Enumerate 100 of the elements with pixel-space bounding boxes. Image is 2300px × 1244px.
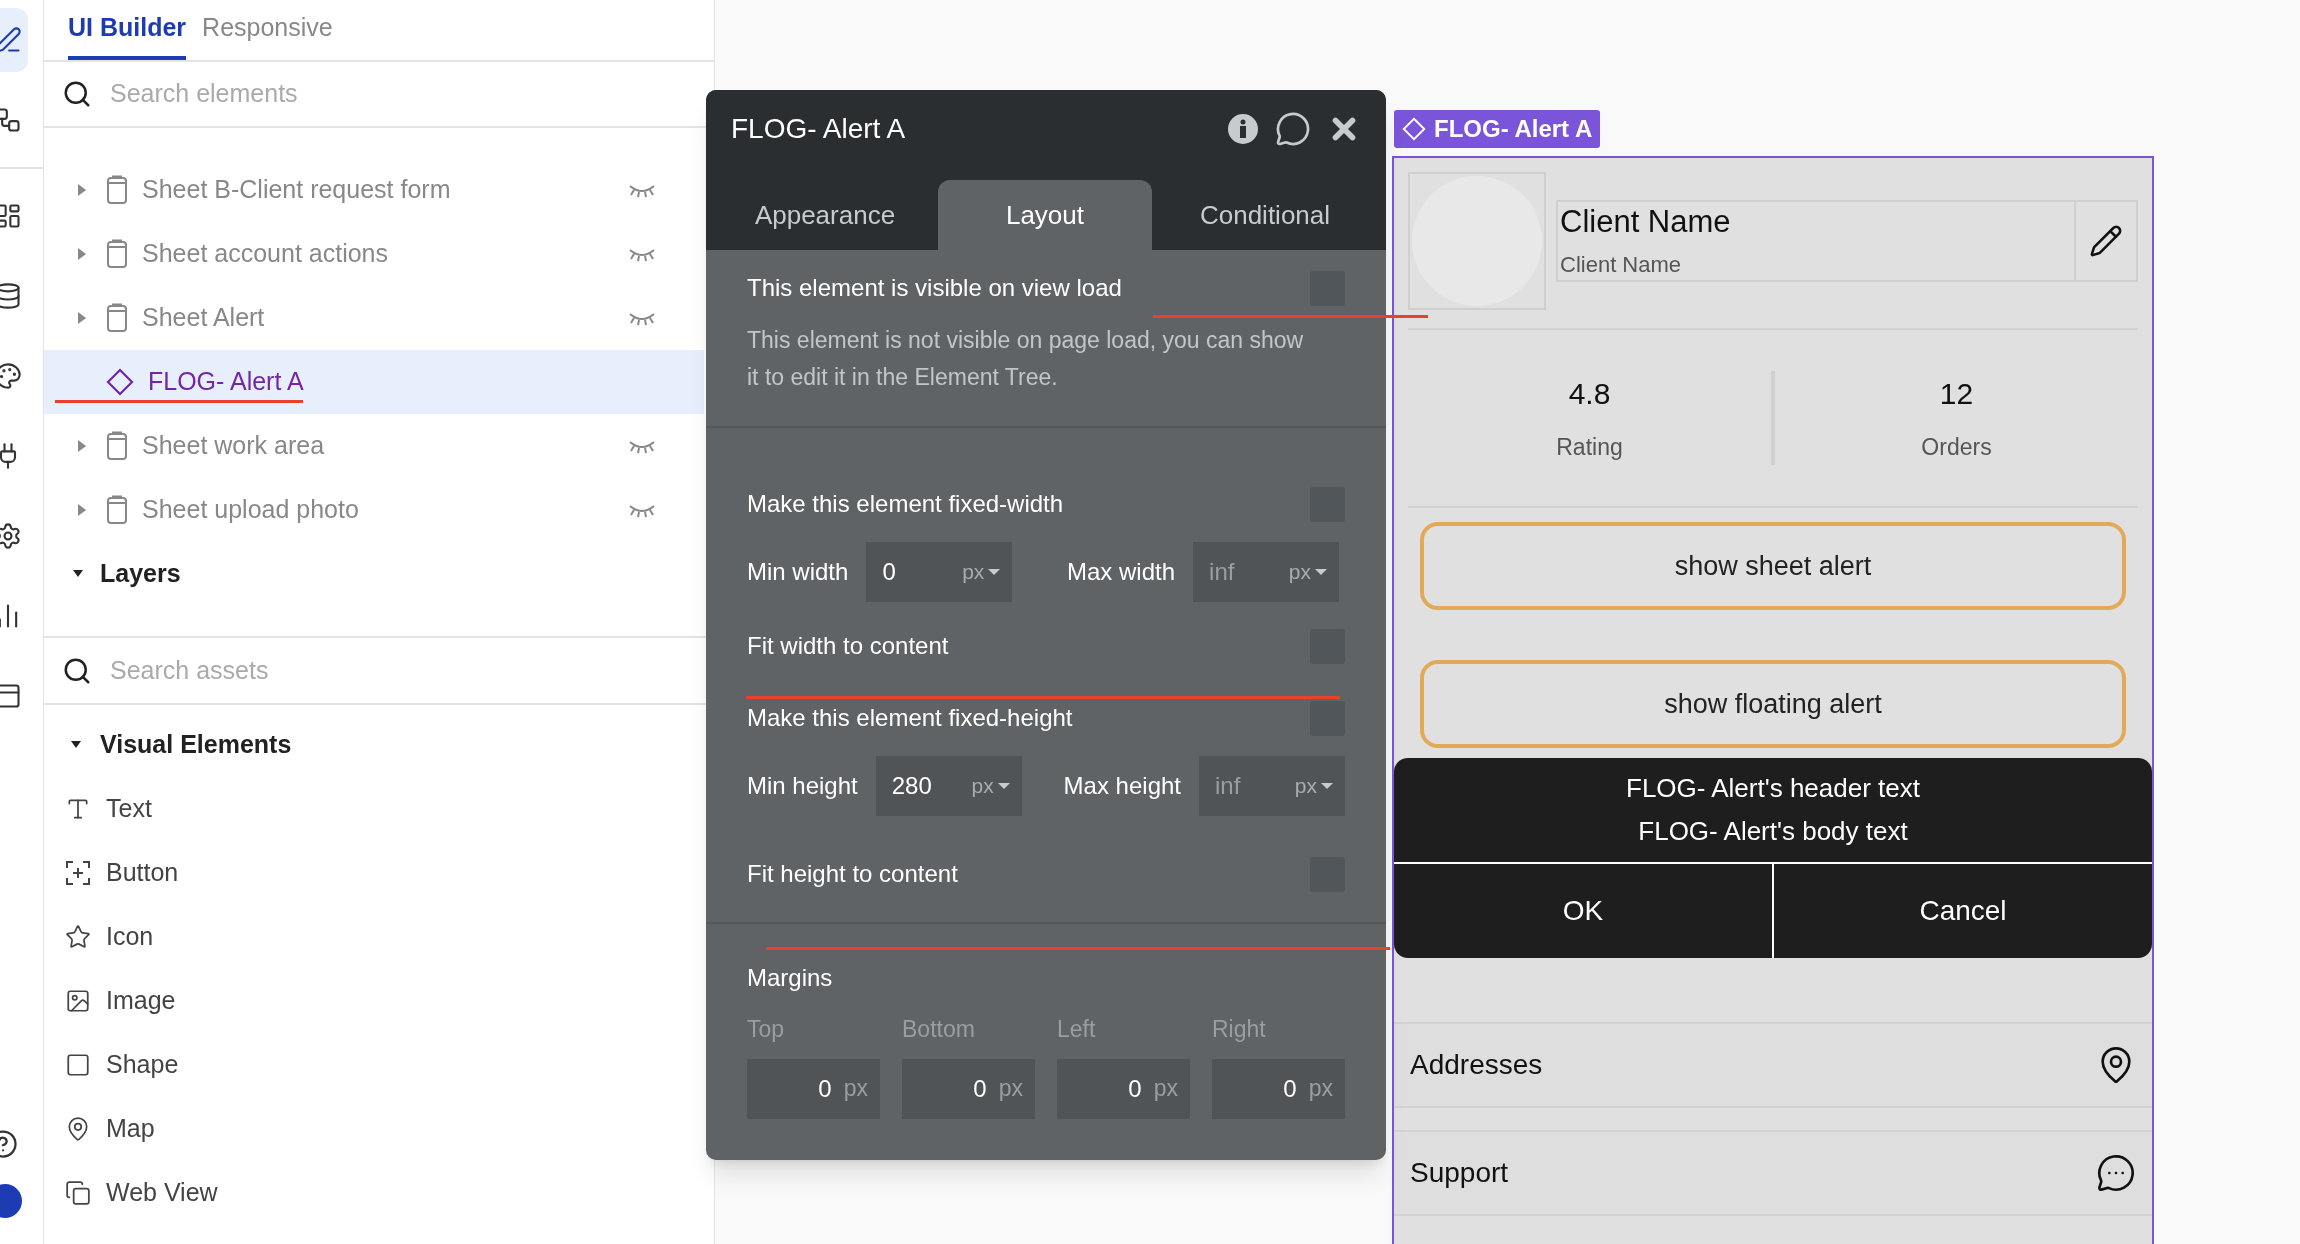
pencil-icon[interactable] (0, 26, 22, 54)
field-label: Max width (1067, 557, 1176, 587)
value-input[interactable]: inf (1209, 554, 1280, 590)
option-label: Make this element fixed-width (747, 489, 1064, 519)
tree-item[interactable]: FLOG- Alert A (44, 350, 704, 414)
window-icon[interactable] (0, 682, 22, 710)
field-label: Max height (1063, 771, 1181, 801)
diamond-icon (106, 368, 134, 396)
checkbox[interactable] (1310, 700, 1345, 736)
asset-item[interactable]: Map (106, 1110, 155, 1148)
palette-icon[interactable] (0, 362, 22, 390)
menu-row[interactable]: Addresses (1394, 1022, 2152, 1108)
action-button[interactable]: show floating alert (1420, 660, 2126, 748)
section-title[interactable]: Visual Elements (100, 726, 292, 764)
field-label: Min width (747, 557, 849, 587)
margin-label: Bottom (902, 1015, 976, 1044)
tree-item-label: Sheet work area (142, 430, 325, 462)
tree-item[interactable]: Sheet B-Client request form (44, 158, 704, 222)
element-badge[interactable]: FLOG- Alert A (1394, 110, 1601, 148)
value-input[interactable]: 0 (1081, 1070, 1142, 1107)
gear-icon[interactable] (0, 522, 22, 550)
chat-bubble-icon (2096, 1153, 2136, 1193)
value-input[interactable]: 0 (1236, 1070, 1297, 1107)
margin-label: Top (747, 1015, 786, 1044)
caret-icon (1315, 568, 1328, 576)
alert-button[interactable]: OK (1394, 864, 1772, 958)
value-input[interactable]: 0 (882, 554, 953, 590)
alert-header: FLOG- Alert's header text (1626, 772, 1920, 805)
sheet-icon (106, 175, 128, 205)
margin-field[interactable]: 0 px (902, 1058, 1035, 1119)
size-field[interactable]: 280 px (875, 756, 1022, 816)
comment-icon[interactable] (1275, 111, 1311, 147)
sheet-icon (106, 495, 128, 525)
alert-button[interactable]: Cancel (1772, 864, 2152, 958)
search-icon (62, 79, 92, 109)
workflow-icon[interactable] (0, 106, 22, 134)
dialog-title: FLOG- Alert A (731, 112, 906, 146)
asset-item[interactable]: Icon (106, 918, 154, 956)
unit-label: px (1308, 1074, 1333, 1104)
section-title: Margins (747, 963, 834, 993)
margin-label: Left (1057, 1015, 1097, 1044)
asset-item[interactable]: Text (106, 790, 152, 828)
square-icon (65, 1052, 91, 1078)
option-label: Make this element fixed-height (747, 703, 1073, 733)
tree-item-label: Sheet upload photo (142, 494, 359, 526)
margin-field[interactable]: 0 px (747, 1058, 880, 1119)
tree-item-label: Sheet B-Client request form (142, 174, 451, 206)
sheet-icon (106, 239, 128, 269)
tree-item[interactable]: Sheet upload photo (44, 478, 704, 542)
asset-item[interactable]: Image (106, 982, 176, 1020)
stat-label: Orders (1921, 433, 1992, 463)
menu-row[interactable]: Support (1394, 1130, 2152, 1216)
hidden-eye-icon[interactable] (628, 502, 656, 518)
margin-field[interactable]: 0 px (1057, 1058, 1190, 1119)
stat-label: Rating (1556, 433, 1623, 463)
value-input[interactable]: 280 (891, 768, 962, 804)
edit-icon[interactable] (2089, 224, 2123, 258)
text-icon (65, 796, 91, 822)
tree-item[interactable]: Sheet work area (44, 414, 704, 478)
option-label: This element is visible on view load (747, 273, 1122, 303)
asset-item[interactable]: Shape (106, 1046, 179, 1084)
tree-item-label: Sheet account actions (142, 238, 388, 270)
visibility-note: This element is not visible on page load, you can show it to edit it in the Element Tree. (747, 326, 1305, 392)
info-icon[interactable] (1227, 113, 1259, 145)
image-icon (65, 988, 91, 1014)
client-name: Client Name (1560, 203, 1732, 241)
star-icon (65, 924, 91, 950)
hidden-eye-icon[interactable] (628, 438, 656, 454)
hidden-eye-icon[interactable] (628, 182, 656, 198)
option-label: Fit height to content (747, 859, 958, 889)
margin-field[interactable]: 0 px (1212, 1058, 1345, 1119)
layout-icon[interactable] (0, 202, 22, 230)
editor-tab[interactable]: Layout (938, 180, 1152, 250)
hidden-eye-icon[interactable] (628, 246, 656, 262)
asset-item[interactable]: Web View (106, 1174, 218, 1212)
field-label: Min height (747, 771, 858, 801)
search-field[interactable]: Search assets (110, 651, 530, 690)
section-title[interactable]: Layers (100, 555, 181, 593)
stat-value: 12 (1939, 376, 1974, 413)
tree-item[interactable]: Sheet account actions (44, 222, 704, 286)
panel-tab[interactable]: Responsive (202, 0, 333, 60)
tree-item[interactable]: Sheet Alert (44, 286, 704, 350)
value-input[interactable]: 0 (771, 1070, 832, 1107)
windows-icon (65, 1180, 91, 1206)
panel-tab[interactable]: UI Builder (68, 0, 187, 60)
search-field[interactable]: Search elements (110, 75, 530, 113)
size-field[interactable]: 0 px (866, 542, 1013, 602)
asset-item[interactable]: Button (106, 854, 179, 892)
caret-icon (988, 568, 1001, 576)
sheet-icon (106, 303, 128, 333)
value-input[interactable]: inf (1215, 768, 1285, 804)
margin-label: Right (1212, 1015, 1267, 1044)
database-icon[interactable] (0, 282, 22, 310)
editor-tab[interactable]: Appearance (718, 180, 932, 250)
client-subtitle: Client Name (1560, 251, 1683, 279)
option-label: Fit width to content (747, 631, 949, 661)
hidden-eye-icon[interactable] (628, 310, 656, 326)
action-button[interactable]: show sheet alert (1420, 522, 2126, 610)
value-input[interactable]: 0 (926, 1070, 987, 1107)
editor-tab[interactable]: Conditional (1158, 180, 1372, 250)
